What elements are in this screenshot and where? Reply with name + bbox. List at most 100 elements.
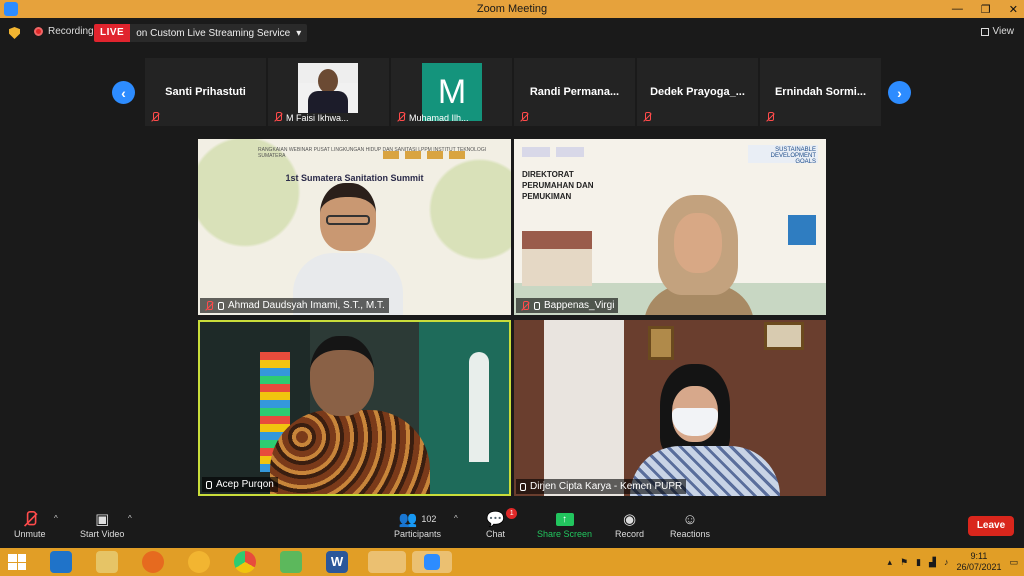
live-service-dropdown[interactable]: on Custom Live Streaming Service ▾	[130, 24, 308, 42]
record-icon: ◉	[622, 511, 637, 528]
recording-indicator[interactable]: Recording	[34, 26, 94, 37]
window-title: Zoom Meeting	[476, 3, 548, 15]
participant-caption: Muhamad Ilh...	[409, 113, 469, 123]
close-icon[interactable]: ✕	[1009, 3, 1018, 16]
grid-view-icon	[980, 27, 989, 36]
minimize-icon[interactable]: —	[952, 3, 963, 15]
mic-muted-icon	[273, 112, 283, 122]
app-orange-icon[interactable]	[188, 551, 210, 573]
sdg-logo: SUSTAINABLE DEVELOPMENT GOALS	[748, 145, 818, 165]
chevron-left-icon: ‹	[121, 84, 126, 101]
mic-muted-icon	[765, 112, 775, 122]
recording-label: Recording	[48, 26, 94, 37]
video-name-label: Ahmad Daudsyah Imami, S.T., M.T.	[200, 298, 389, 313]
sponsor-logos	[383, 151, 465, 159]
participants-button[interactable]: 👥 102 Participants	[394, 509, 441, 539]
windows-start-icon[interactable]	[8, 554, 26, 570]
participant-tile[interactable]: Randi Permana...	[514, 58, 635, 126]
maximize-icon[interactable]: ❐	[981, 3, 991, 16]
record-button[interactable]: ◉ Record	[615, 509, 644, 539]
view-button[interactable]: View	[980, 26, 1015, 37]
flag-icon[interactable]: ⚑	[900, 557, 908, 568]
live-stream-indicator[interactable]: LIVE on Custom Live Streaming Service ▾	[94, 24, 308, 42]
participant-tile[interactable]: M Muhamad Ilh...	[391, 58, 512, 126]
slide-title: 1st Sumatera Sanitation Summit	[285, 173, 424, 183]
participant-tile[interactable]: Dedek Prayoga_...	[637, 58, 758, 126]
mic-muted-icon	[642, 112, 652, 122]
security-shield-icon[interactable]	[9, 27, 20, 39]
video-name-label: Dirjen Cipta Karya - Kemen PUPR	[516, 479, 687, 494]
video-tile-bappenas[interactable]: SUSTAINABLE DEVELOPMENT GOALS DIREKTORAT…	[514, 139, 826, 315]
participant-name: Ernindah Sormi...	[774, 86, 867, 98]
mic-muted-icon	[204, 300, 214, 311]
internet-explorer-icon[interactable]	[50, 551, 72, 573]
participant-photo	[298, 63, 358, 113]
strip-prev-button[interactable]: ‹	[112, 81, 135, 104]
start-video-button[interactable]: ▣ Start Video	[80, 509, 124, 539]
live-service-label: on Custom Live Streaming Service	[136, 27, 291, 39]
video-options-caret[interactable]: ^	[128, 514, 132, 523]
file-explorer-icon[interactable]	[96, 551, 118, 573]
participants-options-caret[interactable]: ^	[454, 514, 458, 523]
meeting-toolbar: Unmute ^ ▣ Start Video ^ 👥 102 Participa…	[0, 504, 1024, 548]
app-green-icon[interactable]	[280, 551, 302, 573]
taskbar-clock[interactable]: 9:11 26/07/2021	[956, 551, 1001, 573]
participant-name: Santi Prihastuti	[165, 86, 246, 98]
participant-tile[interactable]: Ernindah Sormi...	[760, 58, 881, 126]
mic-muted-icon	[22, 511, 38, 527]
tray-expand-icon[interactable]: ▴	[887, 557, 892, 568]
audio-options-caret[interactable]: ^	[54, 514, 58, 523]
zoom-active-task[interactable]	[412, 551, 452, 573]
word-icon[interactable]: W	[326, 551, 348, 573]
network-icon[interactable]: ▮	[916, 557, 921, 568]
pin-icon	[534, 301, 540, 310]
participants-count: 102	[421, 514, 437, 524]
participant-video-feed	[644, 195, 754, 315]
signal-icon[interactable]: ▟	[929, 557, 936, 568]
chat-icon: 💬	[486, 511, 505, 528]
mic-muted-icon	[396, 112, 406, 122]
mic-muted-icon	[150, 112, 160, 122]
house-illustration	[522, 231, 592, 286]
chevron-down-icon: ▾	[296, 27, 302, 39]
share-screen-button[interactable]: ↑ Share Screen	[537, 509, 592, 539]
pin-icon	[206, 480, 212, 489]
view-label: View	[992, 26, 1015, 37]
participant-strip: Santi Prihastuti M Faisi Ikhwa... M Muha…	[145, 58, 881, 126]
video-name: Dirjen Cipta Karya - Kemen PUPR	[530, 481, 683, 492]
video-name-label: Bappenas_Virgi	[516, 298, 619, 313]
reactions-label: Reactions	[670, 529, 711, 539]
participant-tile[interactable]: Santi Prihastuti	[145, 58, 266, 126]
chat-button[interactable]: 💬 1 Chat	[486, 508, 518, 539]
video-tile-ahmad[interactable]: RANGKAIAN WEBINAR PUSAT LINGKUNGAN HIDUP…	[198, 139, 511, 315]
share-screen-icon: ↑	[555, 512, 574, 526]
participant-name: Dedek Prayoga_...	[650, 86, 745, 98]
slide-heading: DIREKTORAT PERUMAHAN DAN PEMUKIMAN	[522, 170, 594, 201]
start-video-label: Start Video	[80, 529, 125, 539]
mic-muted-icon	[519, 112, 529, 122]
notification-icon[interactable]: ▭	[1009, 557, 1018, 568]
video-off-icon: ▣	[95, 511, 110, 528]
volume-icon[interactable]: ♪	[944, 557, 949, 567]
video-tile-dirjen[interactable]: Dirjen Cipta Karya - Kemen PUPR	[514, 320, 826, 496]
pin-icon	[520, 482, 526, 491]
strip-next-button[interactable]: ›	[888, 81, 911, 104]
video-name: Bappenas_Virgi	[544, 300, 615, 311]
reactions-icon: ☺	[682, 510, 698, 528]
leave-button[interactable]: Leave	[968, 516, 1014, 536]
participant-tile[interactable]: M Faisi Ikhwa...	[268, 58, 389, 126]
wall-frame	[764, 322, 804, 350]
video-tile-acep-active-speaker[interactable]: Acep Purqon	[198, 320, 511, 496]
unmute-button[interactable]: Unmute	[14, 509, 46, 539]
participant-video-feed	[293, 183, 403, 315]
chrome-active-task[interactable]	[368, 551, 406, 573]
reactions-button[interactable]: ☺ Reactions	[670, 509, 711, 540]
sponsor-logos	[522, 147, 584, 157]
live-badge: LIVE	[94, 24, 131, 42]
firefox-icon[interactable]	[142, 551, 164, 573]
participants-icon: 👥	[398, 511, 418, 528]
recording-dot-icon	[34, 27, 43, 36]
participant-caption: M Faisi Ikhwa...	[286, 113, 349, 123]
chrome-icon[interactable]	[234, 551, 256, 573]
mic-muted-icon	[520, 300, 530, 311]
